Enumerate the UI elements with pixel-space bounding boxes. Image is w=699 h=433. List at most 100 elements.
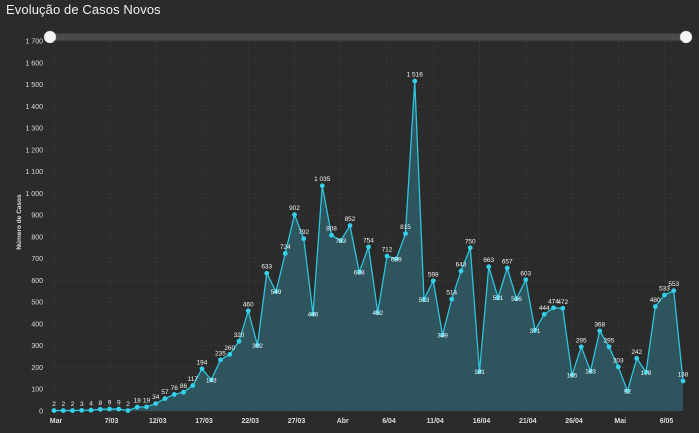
data-label: 444 bbox=[539, 305, 550, 312]
y-tick-label: 1 300 bbox=[25, 126, 43, 133]
data-point[interactable] bbox=[634, 355, 640, 361]
data-point[interactable] bbox=[181, 389, 186, 395]
data-label: 302 bbox=[252, 343, 263, 350]
data-point[interactable] bbox=[366, 244, 371, 250]
data-point[interactable] bbox=[292, 212, 297, 218]
data-point[interactable] bbox=[199, 366, 205, 372]
data-label: 633 bbox=[261, 264, 272, 271]
data-label: 4 bbox=[89, 401, 93, 408]
data-point[interactable] bbox=[107, 406, 112, 412]
data-label: 902 bbox=[289, 205, 300, 212]
data-label: 2 bbox=[126, 401, 130, 408]
data-label: 598 bbox=[428, 271, 439, 278]
x-tick-label: 21/04 bbox=[519, 418, 537, 425]
data-point[interactable] bbox=[190, 383, 196, 388]
data-point[interactable] bbox=[227, 352, 233, 357]
x-tick-label: 6/05 bbox=[660, 418, 674, 425]
data-point[interactable] bbox=[301, 236, 307, 242]
data-label: 643 bbox=[456, 262, 467, 269]
data-point[interactable] bbox=[264, 270, 270, 276]
y-tick-label: 300 bbox=[31, 343, 43, 350]
data-label: 18 bbox=[134, 398, 142, 405]
data-point[interactable] bbox=[51, 408, 57, 413]
data-label: 181 bbox=[474, 369, 485, 376]
data-label: 1 516 bbox=[407, 72, 424, 79]
data-point[interactable] bbox=[430, 278, 436, 284]
data-point[interactable] bbox=[551, 305, 556, 311]
data-point[interactable] bbox=[329, 232, 334, 238]
data-point[interactable] bbox=[597, 328, 603, 334]
data-point[interactable] bbox=[282, 251, 288, 256]
x-axis-ticks: Mar 7/03 12/03 17/03 22/03 27/03 Abr 6/04 11/04 1… bbox=[50, 418, 674, 425]
data-label: 480 bbox=[650, 297, 661, 304]
data-label: 320 bbox=[234, 332, 245, 339]
data-label: 349 bbox=[437, 333, 448, 340]
data-label: 1 035 bbox=[314, 176, 331, 183]
data-point[interactable] bbox=[449, 296, 455, 302]
data-label: 724 bbox=[280, 244, 291, 251]
cases-chart: 0 100 200 300 400 500 600 700 800 900 1 000 1 100 1 … bbox=[16, 30, 693, 425]
data-point[interactable] bbox=[144, 404, 149, 410]
data-point[interactable] bbox=[319, 183, 325, 189]
data-point[interactable] bbox=[578, 344, 584, 350]
data-point[interactable] bbox=[70, 408, 75, 413]
y-tick-label: 1 200 bbox=[25, 147, 43, 154]
data-label: 203 bbox=[613, 357, 624, 364]
data-label: 712 bbox=[382, 247, 393, 254]
data-label: 178 bbox=[641, 370, 652, 377]
data-point[interactable] bbox=[467, 245, 473, 251]
data-point[interactable] bbox=[88, 407, 94, 413]
data-point[interactable] bbox=[403, 231, 408, 237]
data-label: 92 bbox=[624, 388, 632, 395]
data-label: 368 bbox=[594, 321, 605, 328]
slider-handle-right[interactable] bbox=[679, 30, 693, 44]
data-label: 117 bbox=[188, 376, 199, 383]
y-tick-label: 900 bbox=[31, 213, 43, 220]
data-point[interactable] bbox=[671, 288, 677, 294]
data-label: 699 bbox=[391, 256, 402, 263]
data-point[interactable] bbox=[79, 407, 85, 413]
data-point[interactable] bbox=[347, 223, 353, 228]
x-tick-label: Abr bbox=[337, 418, 349, 425]
data-point[interactable] bbox=[652, 304, 658, 309]
data-point[interactable] bbox=[458, 268, 464, 274]
data-label: 754 bbox=[363, 237, 374, 244]
data-point[interactable] bbox=[560, 305, 566, 311]
data-point[interactable] bbox=[504, 265, 510, 271]
y-tick-label: 0 bbox=[39, 409, 43, 416]
data-point[interactable] bbox=[134, 404, 140, 410]
data-point[interactable] bbox=[153, 401, 159, 406]
data-point[interactable] bbox=[606, 344, 612, 350]
data-point[interactable] bbox=[125, 408, 131, 413]
data-point[interactable] bbox=[245, 308, 251, 314]
data-label: 792 bbox=[298, 229, 309, 236]
x-tick-label: 7/03 bbox=[105, 418, 119, 425]
data-point[interactable] bbox=[615, 364, 621, 370]
data-point[interactable] bbox=[116, 406, 122, 412]
data-label: 242 bbox=[631, 349, 642, 356]
data-point[interactable] bbox=[523, 277, 529, 283]
data-point[interactable] bbox=[236, 338, 242, 344]
y-tick-label: 700 bbox=[31, 256, 43, 263]
data-point[interactable] bbox=[218, 357, 223, 363]
data-label: 295 bbox=[576, 337, 587, 344]
y-tick-label: 1 500 bbox=[25, 82, 43, 89]
slider-track[interactable] bbox=[50, 33, 687, 41]
y-tick-label: 1 600 bbox=[25, 60, 43, 67]
data-point[interactable] bbox=[384, 253, 390, 259]
data-point[interactable] bbox=[412, 78, 418, 84]
data-label: 657 bbox=[502, 259, 513, 266]
data-point[interactable] bbox=[541, 311, 547, 317]
y-tick-label: 800 bbox=[31, 234, 43, 241]
data-point[interactable] bbox=[486, 264, 492, 270]
data-point[interactable] bbox=[662, 292, 667, 298]
data-label: 603 bbox=[520, 270, 531, 277]
data-point[interactable] bbox=[97, 406, 103, 412]
data-point[interactable] bbox=[680, 378, 686, 384]
data-label: 295 bbox=[604, 337, 615, 344]
data-point[interactable] bbox=[162, 396, 168, 401]
data-label: 260 bbox=[224, 345, 235, 352]
x-tick-label: 11/04 bbox=[427, 418, 444, 425]
data-point[interactable] bbox=[171, 392, 177, 397]
data-point[interactable] bbox=[60, 408, 66, 413]
